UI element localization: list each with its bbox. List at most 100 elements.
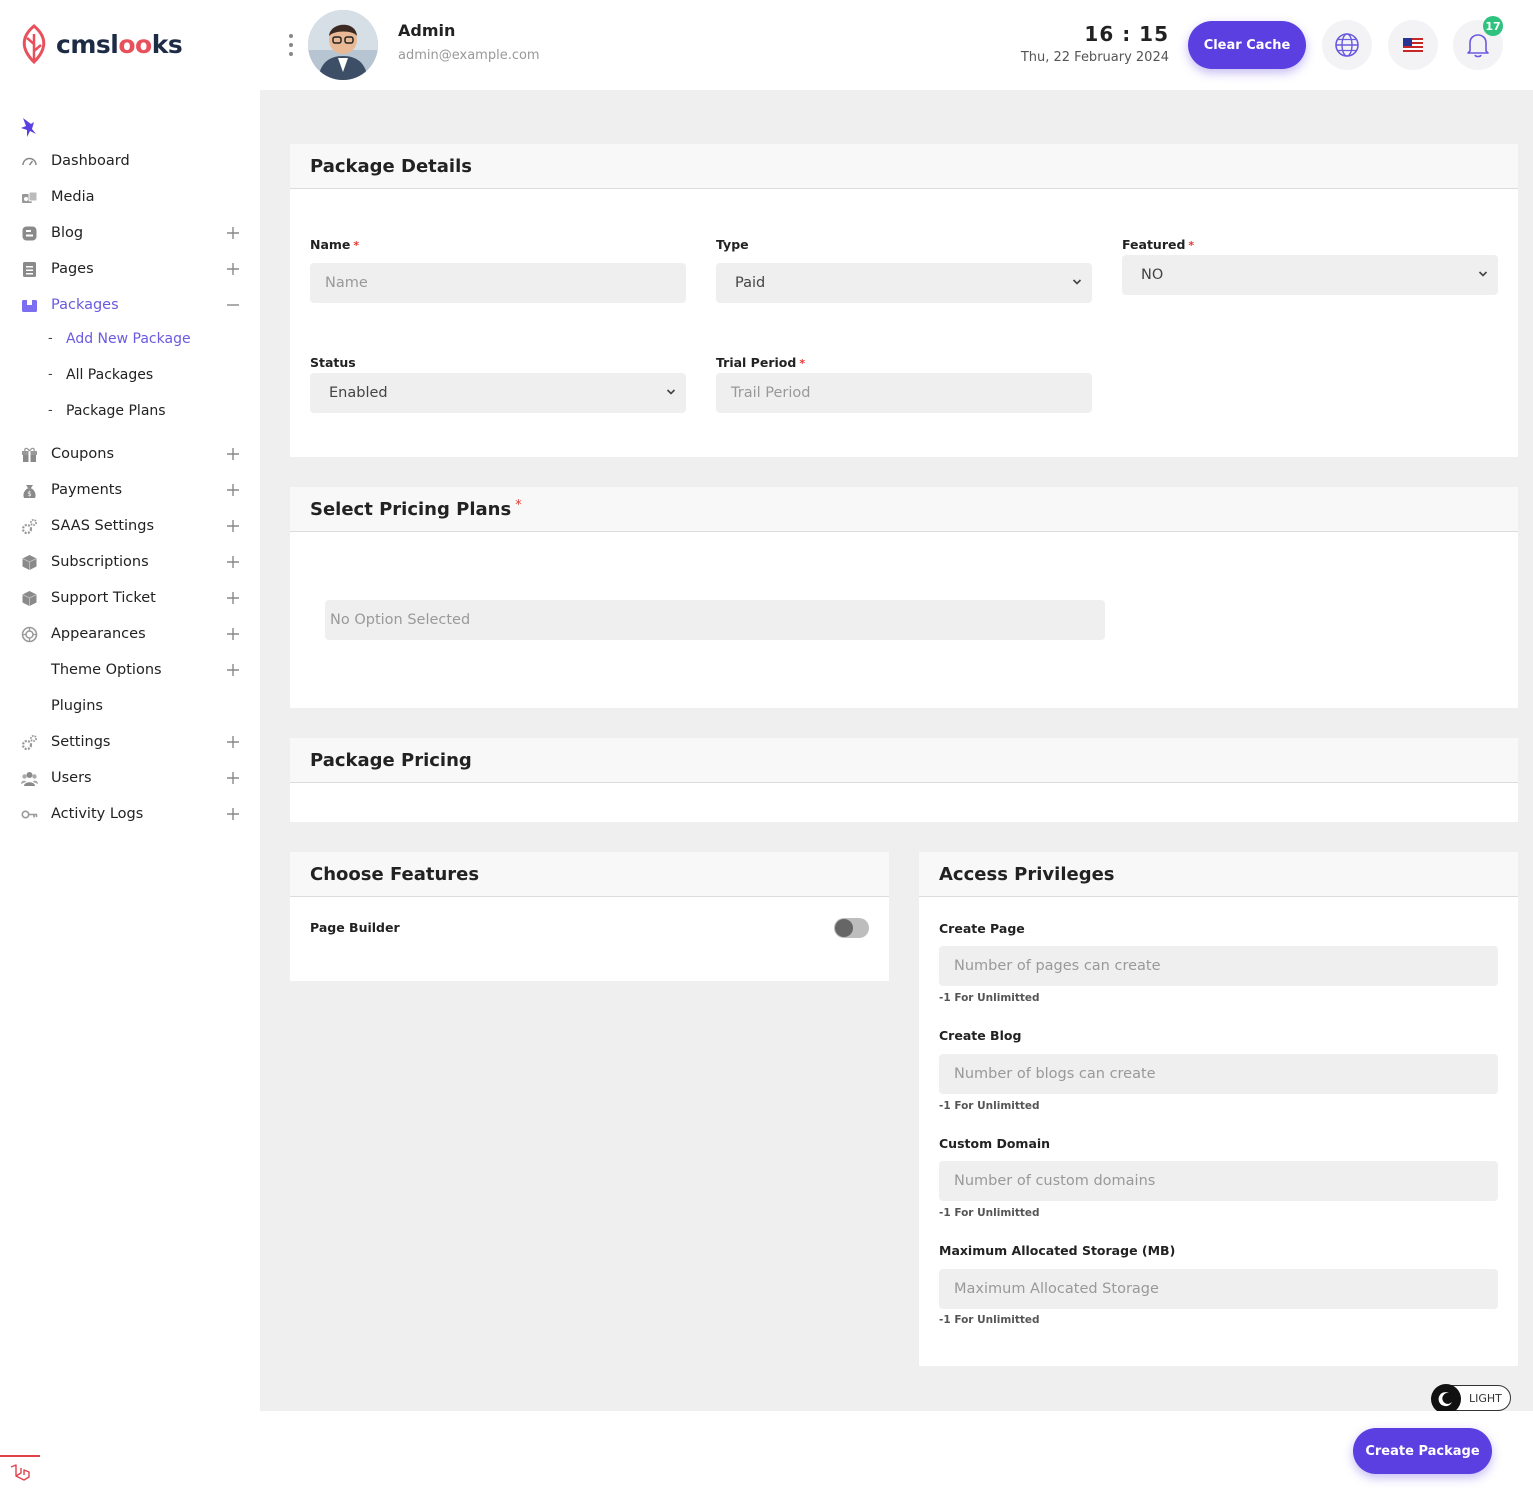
- sidebar-item-plugins[interactable]: Plugins: [0, 688, 260, 724]
- expand-plus-icon[interactable]: [226, 663, 240, 677]
- status-label: Status: [310, 355, 356, 370]
- pin-sidebar-icon[interactable]: [19, 116, 37, 138]
- globe-icon: [1335, 33, 1359, 57]
- sidebar-item-pages[interactable]: Pages: [0, 251, 260, 287]
- us-flag-icon: [1403, 38, 1423, 52]
- custom-domain-input[interactable]: Number of custom domains: [939, 1161, 1498, 1201]
- sidebar-item-subscriptions[interactable]: Subscriptions: [0, 544, 260, 580]
- expand-plus-icon[interactable]: [226, 519, 240, 533]
- create-blog-input[interactable]: Number of blogs can create: [939, 1054, 1498, 1094]
- sidebar-item-activity-logs[interactable]: Activity Logs: [0, 796, 260, 832]
- card-title: Select Pricing Plans: [310, 498, 512, 520]
- featured-select[interactable]: NO: [1122, 255, 1498, 295]
- required-asterisk: *: [515, 497, 522, 513]
- page-builder-toggle[interactable]: [834, 918, 869, 938]
- name-input[interactable]: Name: [310, 263, 686, 303]
- card-header: Access Privileges: [919, 852, 1518, 897]
- sidebar-item-dashboard[interactable]: Dashboard: [0, 143, 260, 179]
- expand-plus-icon[interactable]: [226, 771, 240, 785]
- sidebar-item-label: Theme Options: [51, 662, 162, 678]
- card-header: Package Details: [290, 144, 1518, 189]
- package-pricing-card: Package Pricing: [290, 738, 1518, 822]
- sidebar-item-support-ticket[interactable]: Support Ticket: [0, 580, 260, 616]
- card-header: Select Pricing Plans *: [290, 487, 1518, 532]
- brand-logo[interactable]: cmslooks: [18, 24, 183, 64]
- sidebar-subitem-label: All Packages: [66, 367, 154, 383]
- sidebar-item-payments[interactable]: $ Payments: [0, 472, 260, 508]
- avatar-image: [308, 10, 378, 80]
- required-asterisk: *: [799, 357, 806, 370]
- expand-plus-icon[interactable]: [226, 735, 240, 749]
- sidebar-item-saas-settings[interactable]: SAAS Settings: [0, 508, 260, 544]
- sidebar-item-label: Support Ticket: [51, 590, 156, 606]
- avatar[interactable]: [308, 10, 378, 80]
- sidebar-item-theme-options[interactable]: Theme Options: [0, 652, 260, 688]
- unlimited-hint: -1 For Unlimitted: [939, 1207, 1040, 1219]
- sidebar-item-blog[interactable]: Blog: [0, 215, 260, 251]
- sidebar-subitem-all-packages[interactable]: - All Packages: [0, 359, 260, 395]
- notifications-button[interactable]: 17: [1453, 16, 1503, 70]
- appearance-icon: [21, 626, 38, 643]
- sidebar-item-label: Coupons: [51, 446, 115, 462]
- laravel-debugbar-button[interactable]: [0, 1455, 40, 1490]
- sidebar-subitem-label: Package Plans: [66, 403, 166, 419]
- card-title: Package Pricing: [310, 749, 472, 771]
- bell-icon: [1467, 34, 1489, 58]
- featured-label: Featured *: [1122, 237, 1195, 252]
- required-asterisk: *: [1188, 239, 1195, 252]
- coupons-icon: [22, 447, 37, 462]
- storage-input[interactable]: Maximum Allocated Storage: [939, 1269, 1498, 1309]
- sidebar-item-users[interactable]: Users: [0, 760, 260, 796]
- media-icon: [22, 191, 38, 203]
- expand-plus-icon[interactable]: [226, 555, 240, 569]
- leaf-logo-icon: [22, 24, 46, 64]
- sidebar-item-label: Media: [51, 189, 95, 205]
- expand-plus-icon[interactable]: [226, 591, 240, 605]
- pricing-plans-multiselect[interactable]: No Option Selected: [325, 600, 1105, 640]
- create-blog-label: Create Blog: [939, 1028, 1022, 1043]
- required-asterisk: *: [353, 239, 360, 252]
- expand-plus-icon[interactable]: [226, 226, 240, 240]
- sidebar-item-packages[interactable]: Packages: [0, 287, 260, 323]
- unlimited-hint: -1 For Unlimitted: [939, 1100, 1040, 1112]
- expand-plus-icon[interactable]: [226, 807, 240, 821]
- type-select[interactable]: Paid: [716, 263, 1092, 303]
- expand-plus-icon[interactable]: [226, 447, 240, 461]
- create-package-button[interactable]: Create Package: [1353, 1428, 1492, 1474]
- more-options-icon[interactable]: [286, 34, 296, 56]
- sidebar-item-coupons[interactable]: Coupons: [0, 436, 260, 472]
- expand-plus-icon[interactable]: [226, 483, 240, 497]
- language-button[interactable]: [1322, 20, 1372, 70]
- locale-flag-button[interactable]: [1388, 20, 1438, 70]
- sidebar-item-label: Plugins: [51, 698, 103, 714]
- sidebar-item-label: Settings: [51, 734, 111, 750]
- sidebar-subitem-add-new-package[interactable]: - Add New Package: [0, 323, 260, 359]
- status-select[interactable]: Enabled: [310, 373, 686, 413]
- notification-count-badge: 17: [1483, 16, 1503, 36]
- blog-icon: [22, 226, 37, 241]
- custom-domain-label: Custom Domain: [939, 1136, 1051, 1151]
- unlimited-hint: -1 For Unlimitted: [939, 992, 1040, 1004]
- expand-plus-icon[interactable]: [226, 262, 240, 276]
- clear-cache-button[interactable]: Clear Cache: [1188, 21, 1306, 69]
- users-icon: [21, 772, 38, 786]
- sidebar-item-label: Blog: [51, 225, 84, 241]
- brand-name: cmslooks: [56, 29, 183, 59]
- sidebar-item-appearances[interactable]: Appearances: [0, 616, 260, 652]
- sidebar-item-label: Subscriptions: [51, 554, 149, 570]
- theme-toggle[interactable]: LIGHT: [1431, 1384, 1511, 1414]
- type-label: Type: [716, 237, 749, 252]
- packages-icon: [22, 300, 37, 312]
- unlimited-hint: -1 For Unlimitted: [939, 1314, 1040, 1326]
- sidebar-subitem-package-plans[interactable]: - Package Plans: [0, 395, 260, 436]
- page-builder-label: Page Builder: [310, 920, 400, 935]
- trial-period-input[interactable]: Trail Period: [716, 373, 1092, 413]
- chevron-down-icon: [1072, 279, 1082, 285]
- sidebar-item-settings[interactable]: Settings: [0, 724, 260, 760]
- create-page-input[interactable]: Number of pages can create: [939, 946, 1498, 986]
- collapse-minus-icon[interactable]: [226, 298, 240, 312]
- type-select-value: Paid: [735, 275, 766, 291]
- expand-plus-icon[interactable]: [226, 627, 240, 641]
- trial-period-label: Trial Period *: [716, 355, 806, 370]
- sidebar-item-media[interactable]: Media: [0, 179, 260, 215]
